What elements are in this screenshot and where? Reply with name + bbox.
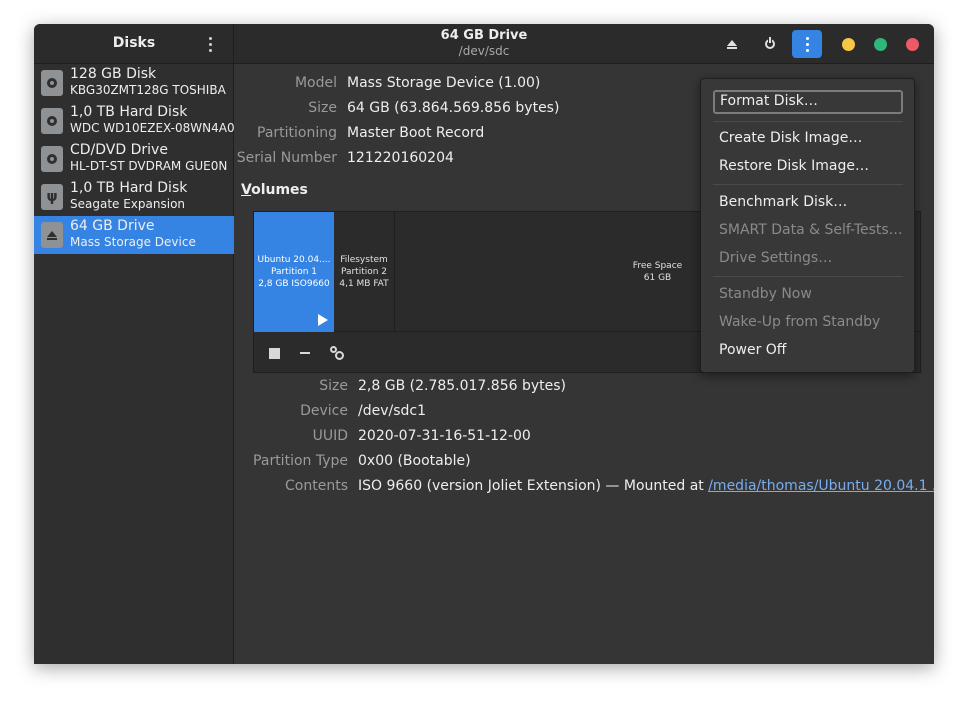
eject-button[interactable]	[717, 30, 747, 58]
restore-disk-image-menu-item[interactable]: Restore Disk Image…	[719, 157, 869, 175]
power-off-button[interactable]	[755, 30, 785, 58]
disk-list: 128 GB Disk KBG30ZMT128G TOSHIBA 1,0 TB …	[34, 64, 235, 664]
menu-separator	[713, 121, 903, 122]
partition-number: Partition 2	[340, 267, 388, 277]
mount-point-link[interactable]: /media/thomas/Ubuntu 20.04.1 ...	[708, 478, 934, 494]
partition-size-value: 2,8 GB (2.785.017.856 bytes)	[358, 378, 566, 394]
disk-model: Mass Storage Device	[70, 235, 196, 249]
menu-separator	[713, 184, 903, 185]
create-disk-image-menu-item[interactable]: Create Disk Image…	[719, 129, 862, 147]
disk-model: HL-DT-ST DVDRAM GUE0N	[70, 159, 228, 173]
partition-2-block[interactable]: Filesystem Partition 2 4,1 MB FAT	[334, 212, 395, 332]
power-off-menu-item[interactable]: Power Off	[719, 341, 786, 359]
delete-partition-button[interactable]	[297, 345, 313, 361]
benchmark-disk-menu-item[interactable]: Benchmark Disk…	[719, 193, 847, 211]
free-space-size: 61 GB	[643, 273, 672, 283]
partition-size-type: 4,1 MB FAT	[339, 279, 389, 289]
usb-drive-icon: ψ	[41, 184, 63, 210]
partitioning-label: Partitioning	[257, 125, 337, 141]
maximize-button[interactable]	[874, 38, 887, 51]
unmount-button[interactable]	[266, 345, 282, 361]
minus-icon	[300, 352, 310, 354]
stop-icon	[268, 347, 280, 359]
disk-name: 128 GB Disk	[70, 66, 157, 82]
disk-name: 64 GB Drive	[70, 218, 155, 234]
window-subtitle: /dev/sdc	[458, 44, 510, 58]
standby-now-menu-item[interactable]: Standby Now	[719, 285, 812, 303]
size-label: Size	[308, 100, 337, 116]
partition-1-block[interactable]: Ubuntu 20.04.... Partition 1 2,8 GB ISO9…	[254, 212, 334, 332]
model-value: Mass Storage Device (1.00)	[347, 75, 541, 91]
contents-value: ISO 9660 (version Joliet Extension) — Mo…	[358, 478, 709, 494]
partition-label: Ubuntu 20.04....	[257, 255, 331, 265]
header-bar: Disks 64 GB Drive /dev/sdc	[34, 24, 934, 64]
serial-number-label: Serial Number	[236, 150, 337, 166]
window-title-block: 64 GB Drive /dev/sdc	[384, 28, 584, 59]
smart-data-menu-item[interactable]: SMART Data & Self-Tests…	[719, 221, 903, 239]
optical-drive-icon	[41, 146, 63, 172]
disk-model: WDC WD10EZEX-08WN4A0	[70, 121, 235, 135]
uuid-label: UUID	[312, 428, 348, 444]
power-icon	[765, 37, 775, 49]
removable-drive-icon	[41, 222, 63, 248]
wake-up-menu-item[interactable]: Wake-Up from Standby	[719, 313, 880, 331]
disk-item[interactable]: CD/DVD Drive HL-DT-ST DVDRAM GUE0N	[34, 140, 234, 178]
free-space-label: Free Space	[632, 261, 683, 271]
drive-options-menu-button[interactable]	[792, 30, 822, 58]
partition-type-label: Partition Type	[253, 453, 348, 469]
disk-model: Seagate Expansion	[70, 197, 186, 211]
menu-separator	[713, 276, 903, 277]
partition-size-type: 2,8 GB ISO9660	[258, 279, 330, 289]
disk-item[interactable]: 1,0 TB Hard Disk WDC WD10EZEX-08WN4A0	[34, 102, 235, 140]
partition-type-value: 0x00 (Bootable)	[358, 453, 471, 469]
eject-icon	[727, 39, 737, 49]
gears-icon	[330, 346, 344, 360]
hard-disk-icon	[41, 108, 63, 134]
play-icon	[318, 314, 328, 326]
device-label: Device	[300, 403, 348, 419]
close-button[interactable]	[906, 38, 919, 51]
uuid-value: 2020-07-31-16-51-12-00	[358, 428, 531, 444]
contents-label: Contents	[285, 478, 348, 494]
drive-options-menu: Format Disk… Create Disk Image… Restore …	[700, 78, 915, 373]
device-value: /dev/sdc1	[358, 403, 427, 419]
disk-name: 1,0 TB Hard Disk	[70, 180, 188, 196]
minimize-button[interactable]	[842, 38, 855, 51]
partitioning-value: Master Boot Record	[347, 125, 485, 141]
size-value: 64 GB (63.864.569.856 bytes)	[347, 100, 560, 116]
disk-model: KBG30ZMT128G TOSHIBA	[70, 83, 226, 97]
disk-name: CD/DVD Drive	[70, 142, 168, 158]
disk-item[interactable]: 128 GB Disk KBG30ZMT128G TOSHIBA	[34, 64, 234, 102]
sidebar-header: Disks	[34, 24, 234, 64]
volumes-heading: Volumes	[241, 182, 308, 198]
disk-name: 1,0 TB Hard Disk	[70, 104, 188, 120]
partition-settings-button[interactable]	[329, 345, 345, 361]
window-title: 64 GB Drive	[440, 28, 528, 43]
disk-item[interactable]: ψ 1,0 TB Hard Disk Seagate Expansion	[34, 178, 234, 216]
disk-item-selected[interactable]: 64 GB Drive Mass Storage Device	[34, 216, 234, 254]
format-disk-menu-item[interactable]: Format Disk…	[713, 90, 903, 114]
hard-disk-icon	[41, 70, 63, 96]
app-menu-button[interactable]	[200, 34, 220, 54]
drive-settings-menu-item[interactable]: Drive Settings…	[719, 249, 832, 267]
model-label: Model	[294, 75, 337, 91]
partition-label: Filesystem	[340, 255, 388, 265]
partition-size-label: Size	[319, 378, 348, 394]
serial-number-value: 121220160204	[347, 150, 454, 166]
kebab-menu-icon	[797, 34, 817, 54]
partition-number: Partition 1	[270, 267, 318, 277]
